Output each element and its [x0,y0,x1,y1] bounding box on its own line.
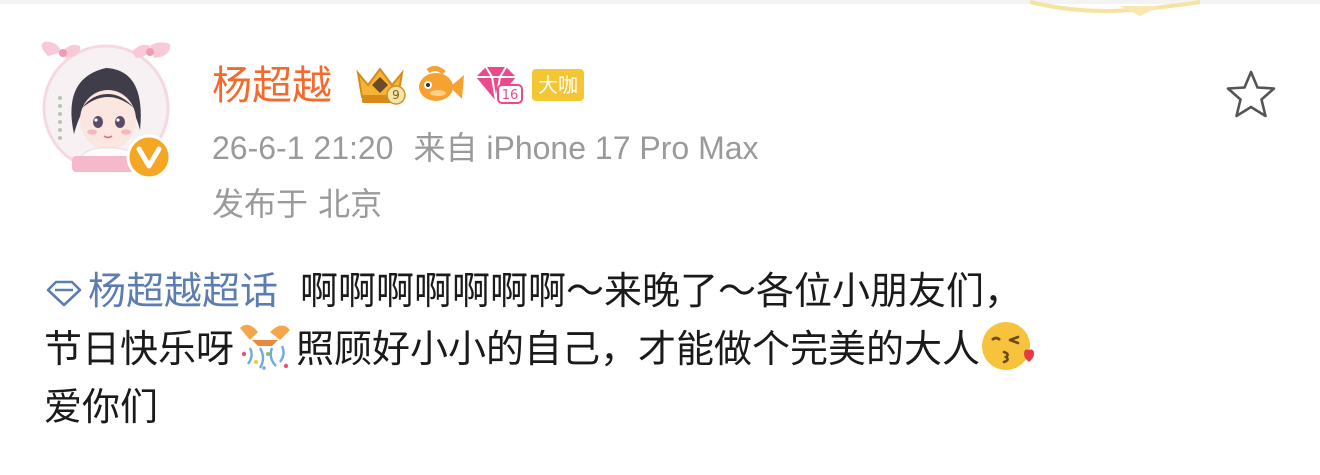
post-location: 发布于 北京 [212,185,383,223]
weibo-post: 杨超越 9 16 大咖 26-6-1 21:20 来自 iPhone 17 Pro… [0,0,1320,475]
content-line-3: 爱你们 [44,385,159,429]
vip-badge[interactable]: 大咖 [532,69,584,101]
content-line-1: 杨超越超话 啊啊啊啊啊啊啊～来晚了～各位小朋友们， [44,262,1284,320]
content-text-2a: 节日快乐呀 [44,327,235,371]
top-decoration [1029,0,1201,16]
content-text-2b: 照顾好小小的自己，才能做个完美的大人 [296,327,981,371]
fish-badge-icon[interactable] [414,63,466,107]
topic-diamond-icon [46,280,82,307]
content-line-2: 节日快乐呀 照顾好小小的自己，才能做个完美的大人 [44,320,1284,378]
post-timestamp: 26-6-1 21:20 [212,130,394,166]
confetti-emoji-icon [240,324,291,370]
gem-level: 16 [502,88,519,103]
verified-v-icon [126,134,172,180]
username[interactable]: 杨超越 [212,60,332,112]
badge-row: 9 16 大咖 [352,63,584,107]
crown-badge-icon[interactable]: 9 [352,63,408,107]
topic-link[interactable]: 杨超越超话 [44,269,278,313]
kiss-face-emoji-icon [982,322,1035,370]
crown-level: 9 [392,88,400,102]
content-text-1: 啊啊啊啊啊啊啊～来晚了～各位小朋友们， [300,269,1023,313]
post-source: 来自 iPhone 17 Pro Max [413,130,759,166]
post-content: 杨超越超话 啊啊啊啊啊啊啊～来晚了～各位小朋友们， 节日快乐呀 照顾好小小的自己，… [44,262,1284,436]
gem-badge-icon[interactable]: 16 [472,63,524,107]
star-outline-icon[interactable] [1224,68,1278,122]
post-meta: 26-6-1 21:20 来自 iPhone 17 Pro Max [212,126,759,170]
topic-label: 杨超越超话 [88,269,279,313]
